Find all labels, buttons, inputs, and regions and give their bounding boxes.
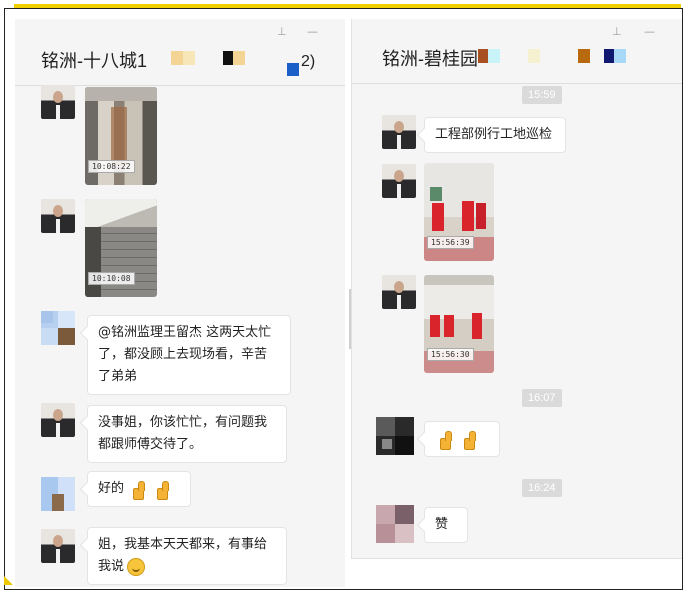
redaction-block <box>183 51 195 65</box>
message-line: 了，都没顾上去现场看，辛苦 <box>98 347 268 362</box>
message-line: 我说 <box>98 559 125 574</box>
message-line: 了弟弟 <box>98 369 138 384</box>
photo-timestamp: 10:10:08 <box>88 272 135 285</box>
message-bubble[interactable]: 工程部例行工地巡检 <box>424 117 566 153</box>
time-divider: 15:59 <box>522 86 562 104</box>
avatar[interactable] <box>382 115 416 149</box>
redaction-block <box>578 49 590 63</box>
message-line: 没事姐，你该忙忙，有问题我 <box>98 415 268 430</box>
message-image[interactable]: 15:56:39 <box>424 163 494 261</box>
avatar[interactable] <box>41 85 75 119</box>
thumbs-up-icon <box>439 430 455 450</box>
chat-title-text: 铭洲-十八城1 <box>41 51 148 71</box>
thumbs-up-icon <box>463 430 479 450</box>
thumbs-up-icon <box>132 480 148 500</box>
minimize-button[interactable]: — <box>644 25 655 38</box>
message-image[interactable]: 10:10:08 <box>85 199 157 297</box>
message-line: @铭洲监理王留杰 这两天太忙 <box>98 325 272 340</box>
message-line: 姐，我基本天天都来，有事给 <box>98 537 268 552</box>
redaction-block <box>223 51 233 65</box>
redaction-block <box>488 49 500 63</box>
photo-timestamp: 15:56:30 <box>427 348 474 361</box>
minimize-button[interactable]: — <box>307 25 318 38</box>
time-divider: 16:07 <box>522 389 562 407</box>
message-line: 都跟师傅交待了。 <box>98 437 203 452</box>
photo-timestamp: 10:08:22 <box>88 160 135 173</box>
redaction-block <box>233 51 245 65</box>
avatar[interactable] <box>41 199 75 233</box>
avatar[interactable] <box>382 164 416 198</box>
redaction-block <box>614 49 626 63</box>
thumbs-up-icon <box>156 480 172 500</box>
redaction-block <box>478 49 488 63</box>
photo-timestamp: 15:56:39 <box>427 236 474 249</box>
right-chat-window: ⊥ — 铭洲-碧桂园 15:59 工程部例行工地巡检 15:56:39 15:5… <box>351 19 682 559</box>
redaction-block <box>287 63 299 76</box>
pin-icon[interactable]: ⊥ <box>277 25 287 38</box>
time-divider: 16:24 <box>522 479 562 497</box>
redaction-block <box>171 51 183 65</box>
avatar[interactable] <box>41 529 75 563</box>
redaction-block <box>604 49 614 63</box>
chat-title-tail: 2) <box>301 53 316 70</box>
message-bubble[interactable]: 好的 <box>87 471 191 507</box>
smile-icon <box>127 557 146 576</box>
avatar[interactable] <box>382 275 416 309</box>
chat-title-text: 铭洲-碧桂园 <box>382 49 478 69</box>
avatar[interactable] <box>41 403 75 437</box>
message-text: 赞 <box>435 517 449 532</box>
avatar[interactable] <box>41 477 75 511</box>
message-text: 好的 <box>98 481 125 496</box>
title-divider <box>352 83 682 84</box>
message-text: 工程部例行工地巡检 <box>435 127 553 142</box>
redaction-block <box>528 49 540 63</box>
chat-title: 铭洲-十八城1 <box>41 47 147 73</box>
avatar[interactable] <box>41 311 75 345</box>
resize-corner <box>4 576 13 585</box>
chat-title: 铭洲-碧桂园 <box>382 45 478 71</box>
pin-icon[interactable]: ⊥ <box>612 25 622 38</box>
avatar[interactable] <box>376 505 414 543</box>
message-bubble[interactable]: 没事姐，你该忙忙，有问题我 都跟师傅交待了。 <box>87 405 287 463</box>
left-chat-window: ⊥ — 铭洲-十八城1 2) 10:08:22 10:10:08 @铭洲监理王留… <box>15 19 345 587</box>
message-bubble[interactable] <box>424 421 500 457</box>
message-image[interactable]: 10:08:22 <box>85 87 157 185</box>
message-bubble[interactable]: 赞 <box>424 507 468 543</box>
message-image[interactable]: 15:56:30 <box>424 275 494 373</box>
avatar[interactable] <box>376 417 414 455</box>
screenshot-frame: ⊥ — 铭洲-十八城1 2) 10:08:22 10:10:08 @铭洲监理王留… <box>4 8 683 590</box>
message-bubble[interactable]: @铭洲监理王留杰 这两天太忙 了，都没顾上去现场看，辛苦 了弟弟 <box>87 315 291 395</box>
message-bubble[interactable]: 姐，我基本天天都来，有事给 我说 <box>87 527 287 585</box>
